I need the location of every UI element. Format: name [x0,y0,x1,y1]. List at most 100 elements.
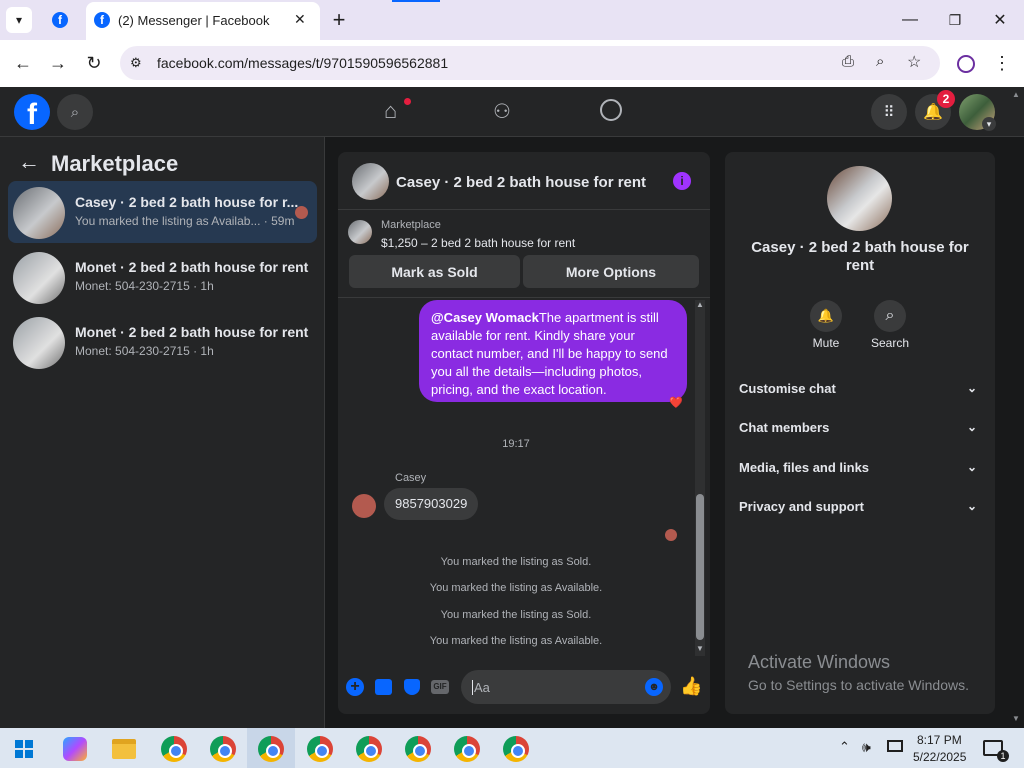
sender-avatar[interactable] [352,494,376,518]
sent-message-bubble[interactable]: @Casey WomackThe apartment is still avai… [419,300,687,402]
groups-icon[interactable] [600,99,622,121]
chrome-icon[interactable] [307,736,333,762]
search-icon[interactable]: ⌕ [874,300,906,332]
scroll-up-arrow[interactable]: ▲ [696,300,704,309]
chrome-icon[interactable] [356,736,382,762]
browser-toolbar: ← → ↻ ⚙ facebook.com/messages/t/97015905… [0,40,1024,87]
chrome-icon[interactable] [454,736,480,762]
read-receipt-avatar [665,529,677,541]
conversation-title: Monet · 2 bed 2 bath house for rent [75,324,309,340]
chrome-icon[interactable] [210,736,236,762]
chevron-down-icon: ⌄ [966,381,977,395]
windows-start-icon[interactable] [15,740,33,758]
install-app-icon[interactable]: ⎙ [842,53,854,70]
photo-icon[interactable] [375,679,392,695]
scroll-down-arrow[interactable]: ▼ [696,644,704,653]
zoom-icon[interactable]: ⌕ [876,53,884,70]
scrollbar-track[interactable]: ▲ ▼ [695,300,705,656]
profile-icon[interactable] [957,55,975,73]
clock-date[interactable]: 5/22/2025 [913,750,966,764]
chat-title[interactable]: Casey · 2 bed 2 bath house for rent [396,174,646,191]
chat-members-section[interactable]: Chat members ⌄ [739,420,981,435]
friends-icon[interactable]: ⚇ [493,99,511,124]
facebook-pinned-tab-icon[interactable]: f [52,12,68,28]
site-info-icon[interactable]: ⚙ [130,55,142,71]
section-label: Media, files and links [739,460,870,475]
tab-search-button[interactable]: ▾ [6,7,32,33]
tab-close-icon[interactable]: ✕ [294,11,306,28]
conversation-item[interactable]: Casey · 2 bed 2 bath house for r... You … [8,181,317,243]
plus-icon[interactable]: + [346,678,364,696]
listing-thumbnail[interactable] [348,220,372,244]
search-icon[interactable]: ⌕ [57,94,93,130]
info-icon[interactable]: i [673,172,691,190]
account-chevron-icon[interactable]: ▾ [982,117,996,131]
back-arrow-icon[interactable]: ← [18,149,40,175]
gif-icon[interactable]: GIF [431,680,449,694]
bookmark-star-icon[interactable]: ☆ [907,52,921,72]
more-options-button[interactable]: More Options [523,255,699,288]
back-icon[interactable]: ← [10,50,36,76]
address-bar[interactable]: ⚙ facebook.com/messages/t/97015905965628… [120,46,940,80]
system-message: You marked the listing as Sold. [440,556,592,568]
message-input-placeholder: Aa [472,680,490,695]
privacy-support-section[interactable]: Privacy and support ⌄ [739,499,981,514]
home-icon[interactable]: ⌂ [384,98,397,124]
scrollbar-thumb[interactable] [696,494,704,640]
network-icon[interactable] [887,740,903,752]
listing-price[interactable]: $1,250 – 2 bed 2 bath house for rent [381,236,575,250]
listing-thumbnail [13,187,65,239]
facebook-favicon-icon: f [94,12,110,28]
chrome-icon[interactable] [405,736,431,762]
notification-center-badge: 1 [997,750,1009,762]
emoji-icon[interactable]: ☻ [645,678,663,696]
chrome-icon[interactable] [503,736,529,762]
sticker-icon[interactable] [404,679,420,695]
sender-name: Casey [395,472,427,484]
conversation-subtitle: You marked the listing as Availab... · 5… [75,214,295,228]
menu-kebab-icon[interactable]: ⋮ [990,50,1014,76]
close-window-button[interactable]: ✕ [986,6,1014,34]
customise-chat-section[interactable]: Customise chat ⌄ [739,381,981,396]
heart-reaction[interactable]: ❤️ [669,396,683,409]
clock-time[interactable]: 8:17 PM [917,733,962,747]
chrome-icon[interactable] [258,736,284,762]
url-text: facebook.com/messages/t/9701590596562881 [157,55,449,71]
message-input[interactable]: Aa ☻ [461,670,671,704]
chevron-down-icon: ⌄ [966,460,977,474]
conversation-subtitle: Monet: 504-230-2715 · 1h [75,279,214,293]
chrome-icon[interactable] [161,736,187,762]
received-message-bubble[interactable]: 9857903029 [384,488,479,520]
minimize-button[interactable]: — [896,6,924,34]
conversation-item[interactable]: Monet · 2 bed 2 bath house for rent Mone… [8,311,317,373]
message-list: @Casey WomackThe apartment is still avai… [338,298,694,658]
menu-grid-icon[interactable]: ⠿ [871,94,907,130]
activate-windows-subtitle: Go to Settings to activate Windows. [748,677,969,693]
conversation-subtitle: Monet: 504-230-2715 · 1h [75,344,214,358]
mention[interactable]: @Casey Womack [431,310,539,325]
conversation-item[interactable]: Monet · 2 bed 2 bath house for rent Mone… [8,246,317,308]
forward-icon[interactable]: → [45,50,71,76]
facebook-logo[interactable]: f [14,94,50,130]
media-files-links-section[interactable]: Media, files and links ⌄ [739,460,981,475]
tray-chevron-up-icon[interactable]: ⌃ [839,739,850,755]
copilot-icon[interactable] [63,737,87,761]
system-message: You marked the listing as Sold. [440,609,592,621]
chat-avatar[interactable] [352,163,389,200]
maximize-button[interactable]: ❐ [941,6,969,34]
profile-avatar[interactable] [827,166,892,231]
tab-messenger[interactable]: f (2) Messenger | Facebook ✕ [86,2,320,40]
file-explorer-icon[interactable] [112,739,136,759]
page-scroll-up-arrow[interactable]: ▲ [1012,90,1020,99]
mute-bell-icon[interactable]: 🔔 [810,300,842,332]
seen-avatar [295,206,308,219]
mark-as-sold-button[interactable]: Mark as Sold [349,255,520,288]
new-tab-button[interactable]: + [326,7,352,33]
reload-icon[interactable]: ↻ [81,50,107,76]
page-scroll-down-arrow[interactable]: ▼ [1012,714,1020,723]
listing-source: Marketplace [381,219,441,231]
volume-icon[interactable]: 🕪 [862,739,871,756]
like-icon[interactable]: 👍 [680,676,702,697]
section-label: Privacy and support [739,499,864,514]
chevron-down-icon: ⌄ [966,420,977,434]
